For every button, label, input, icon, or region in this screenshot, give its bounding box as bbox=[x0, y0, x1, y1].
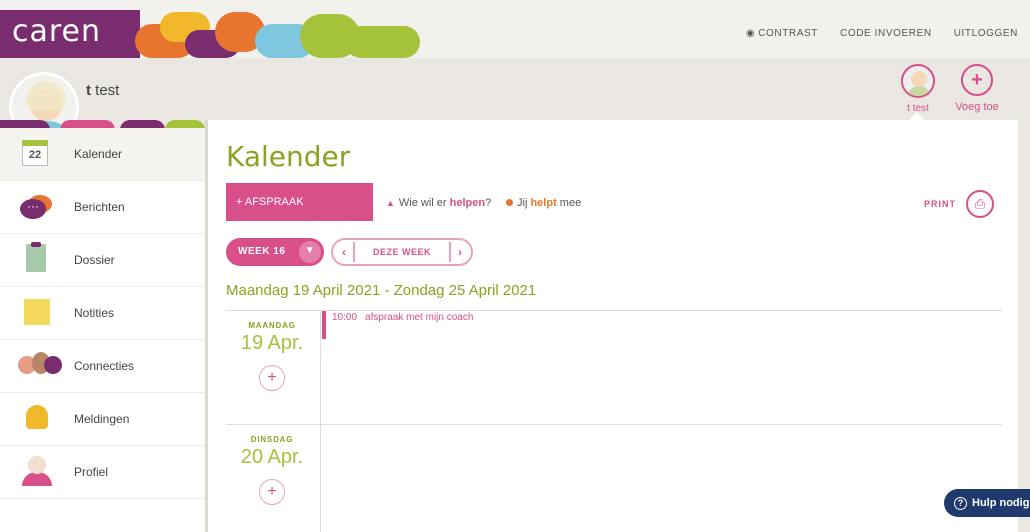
week-selector[interactable]: WEEK 16 ▼ bbox=[226, 238, 324, 266]
legend-text: Wie wil er bbox=[398, 197, 450, 209]
this-week-button[interactable]: DEZE WEEK bbox=[359, 240, 445, 264]
caren-logo[interactable]: caren bbox=[12, 14, 101, 49]
day-tuesday: DINSDAG 20 Apr. + bbox=[226, 435, 318, 505]
dot-icon bbox=[506, 199, 513, 206]
sidebar: 22 Kalender ··· Berichten Dossier Notiti… bbox=[0, 128, 205, 532]
sidebar-item-berichten[interactable]: ··· Berichten bbox=[0, 181, 205, 234]
sidebar-item-kalender[interactable]: 22 Kalender bbox=[0, 128, 205, 181]
day-divider bbox=[226, 424, 1002, 425]
help-button[interactable]: ? Hulp nodig? bbox=[944, 489, 1030, 517]
help-label: Hulp nodig? bbox=[972, 497, 1030, 509]
printer-icon: ⎙ bbox=[966, 190, 994, 218]
day-column-divider bbox=[320, 310, 321, 532]
add-user-button[interactable]: + Voeg toe bbox=[952, 64, 1002, 113]
top-links: ◉ CONTRAST CODE INVOEREN UITLOGGEN bbox=[746, 28, 1018, 39]
calendar-icon: 22 bbox=[18, 136, 58, 172]
bell-icon bbox=[18, 401, 58, 437]
triangle-icon: ▲ bbox=[386, 198, 395, 208]
event-title: afspraak met mijn coach bbox=[365, 312, 474, 323]
messages-icon: ··· bbox=[18, 189, 58, 225]
day-name: MAANDAG bbox=[248, 321, 296, 330]
note-shape bbox=[24, 299, 50, 325]
clipboard-shape bbox=[26, 242, 46, 272]
page-title: Kalender bbox=[226, 140, 351, 173]
calendar-day-number: 22 bbox=[22, 140, 48, 166]
legend-bold: helpen bbox=[449, 197, 486, 209]
legend-text: ? bbox=[485, 197, 492, 209]
profile-face-shape bbox=[28, 456, 46, 474]
note-icon bbox=[18, 295, 58, 331]
calendar-event[interactable]: 10:00 afspraak met mijn coach bbox=[322, 311, 473, 339]
add-event-button[interactable]: + bbox=[259, 479, 285, 505]
calendar-panel: Kalender + AFSPRAAK TOEVOEGEN ▲Wie wil e… bbox=[205, 120, 1018, 532]
event-time: 10:00 bbox=[332, 312, 358, 323]
logout-link[interactable]: UITLOGGEN bbox=[954, 28, 1018, 39]
week-navigation: ‹ DEZE WEEK › bbox=[331, 238, 473, 266]
print-label: PRINT bbox=[924, 199, 956, 209]
decor-blob bbox=[345, 26, 420, 58]
profile-icon bbox=[18, 454, 58, 490]
code-invoeren-link[interactable]: CODE INVOEREN bbox=[840, 28, 932, 39]
logo-banner: caren bbox=[0, 0, 420, 58]
sidebar-item-dossier[interactable]: Dossier bbox=[0, 234, 205, 287]
user-name: t test bbox=[86, 82, 119, 99]
bell-shape bbox=[26, 405, 48, 429]
person-shape bbox=[44, 356, 62, 374]
current-user-switch[interactable]: t test bbox=[898, 64, 938, 114]
day-monday: MAANDAG 19 Apr. + bbox=[226, 321, 318, 391]
legend-help-wanted: ▲ Wie wil er helpen? bbox=[386, 197, 491, 209]
sidebar-item-profiel[interactable]: Profiel bbox=[0, 446, 205, 499]
avatar-hair bbox=[26, 81, 66, 111]
sidebar-item-notities[interactable]: Notities bbox=[0, 287, 205, 340]
bubble-shape: ··· bbox=[20, 199, 46, 219]
mini-avatar bbox=[901, 64, 935, 98]
legend-you-help: Jij helpt mee bbox=[506, 197, 581, 209]
add-appointment-button[interactable]: + AFSPRAAK TOEVOEGEN bbox=[226, 183, 373, 246]
sidebar-item-connecties[interactable]: Connecties bbox=[0, 340, 205, 393]
user-name-text: test bbox=[95, 82, 120, 99]
profile-body-shape bbox=[22, 472, 52, 486]
day-date: 19 Apr. bbox=[240, 332, 304, 354]
people-icon bbox=[18, 348, 62, 384]
top-bar: caren ◉ CONTRAST CODE INVOEREN UITLOGGEN bbox=[0, 0, 1030, 58]
legend-text: mee bbox=[556, 197, 582, 209]
user-header: t test t test + Voeg toe bbox=[0, 58, 1030, 142]
next-week-button[interactable]: › bbox=[449, 242, 469, 262]
day-name: DINSDAG bbox=[250, 435, 294, 444]
eye-icon: ◉ bbox=[745, 28, 756, 39]
sidebar-item-label: Berichten bbox=[74, 200, 125, 214]
sidebar-item-label: Profiel bbox=[74, 465, 109, 479]
contrast-link[interactable]: ◉ CONTRAST bbox=[746, 28, 818, 39]
add-event-button[interactable]: + bbox=[259, 365, 285, 391]
mini-avatar-face bbox=[911, 71, 927, 87]
sidebar-item-label: Notities bbox=[74, 306, 115, 320]
sidebar-item-label: Kalender bbox=[74, 147, 123, 161]
mini-avatar-body bbox=[907, 86, 931, 96]
add-user-label: Voeg toe bbox=[955, 101, 999, 113]
day-date: 20 Apr. bbox=[240, 446, 304, 468]
print-button[interactable]: PRINT ⎙ bbox=[924, 190, 994, 218]
legend-text: Jij bbox=[517, 197, 531, 209]
sidebar-item-label: Dossier bbox=[74, 253, 115, 267]
sidebar-item-label: Meldingen bbox=[74, 412, 130, 426]
previous-week-button[interactable]: ‹ bbox=[335, 242, 355, 262]
sidebar-item-label: Connecties bbox=[74, 359, 135, 373]
chevron-down-icon: ▼ bbox=[299, 241, 321, 263]
contrast-label: CONTRAST bbox=[758, 28, 818, 39]
question-icon: ? bbox=[954, 497, 967, 510]
clipboard-icon bbox=[18, 242, 58, 278]
legend-bold: helpt bbox=[530, 197, 557, 209]
sidebar-item-meldingen[interactable]: Meldingen bbox=[0, 393, 205, 446]
date-range: Maandag 19 April 2021 - Zondag 25 April … bbox=[226, 282, 537, 299]
plus-icon: + bbox=[961, 64, 993, 96]
user-initial: t bbox=[86, 82, 91, 99]
week-label: WEEK 16 bbox=[238, 246, 286, 257]
